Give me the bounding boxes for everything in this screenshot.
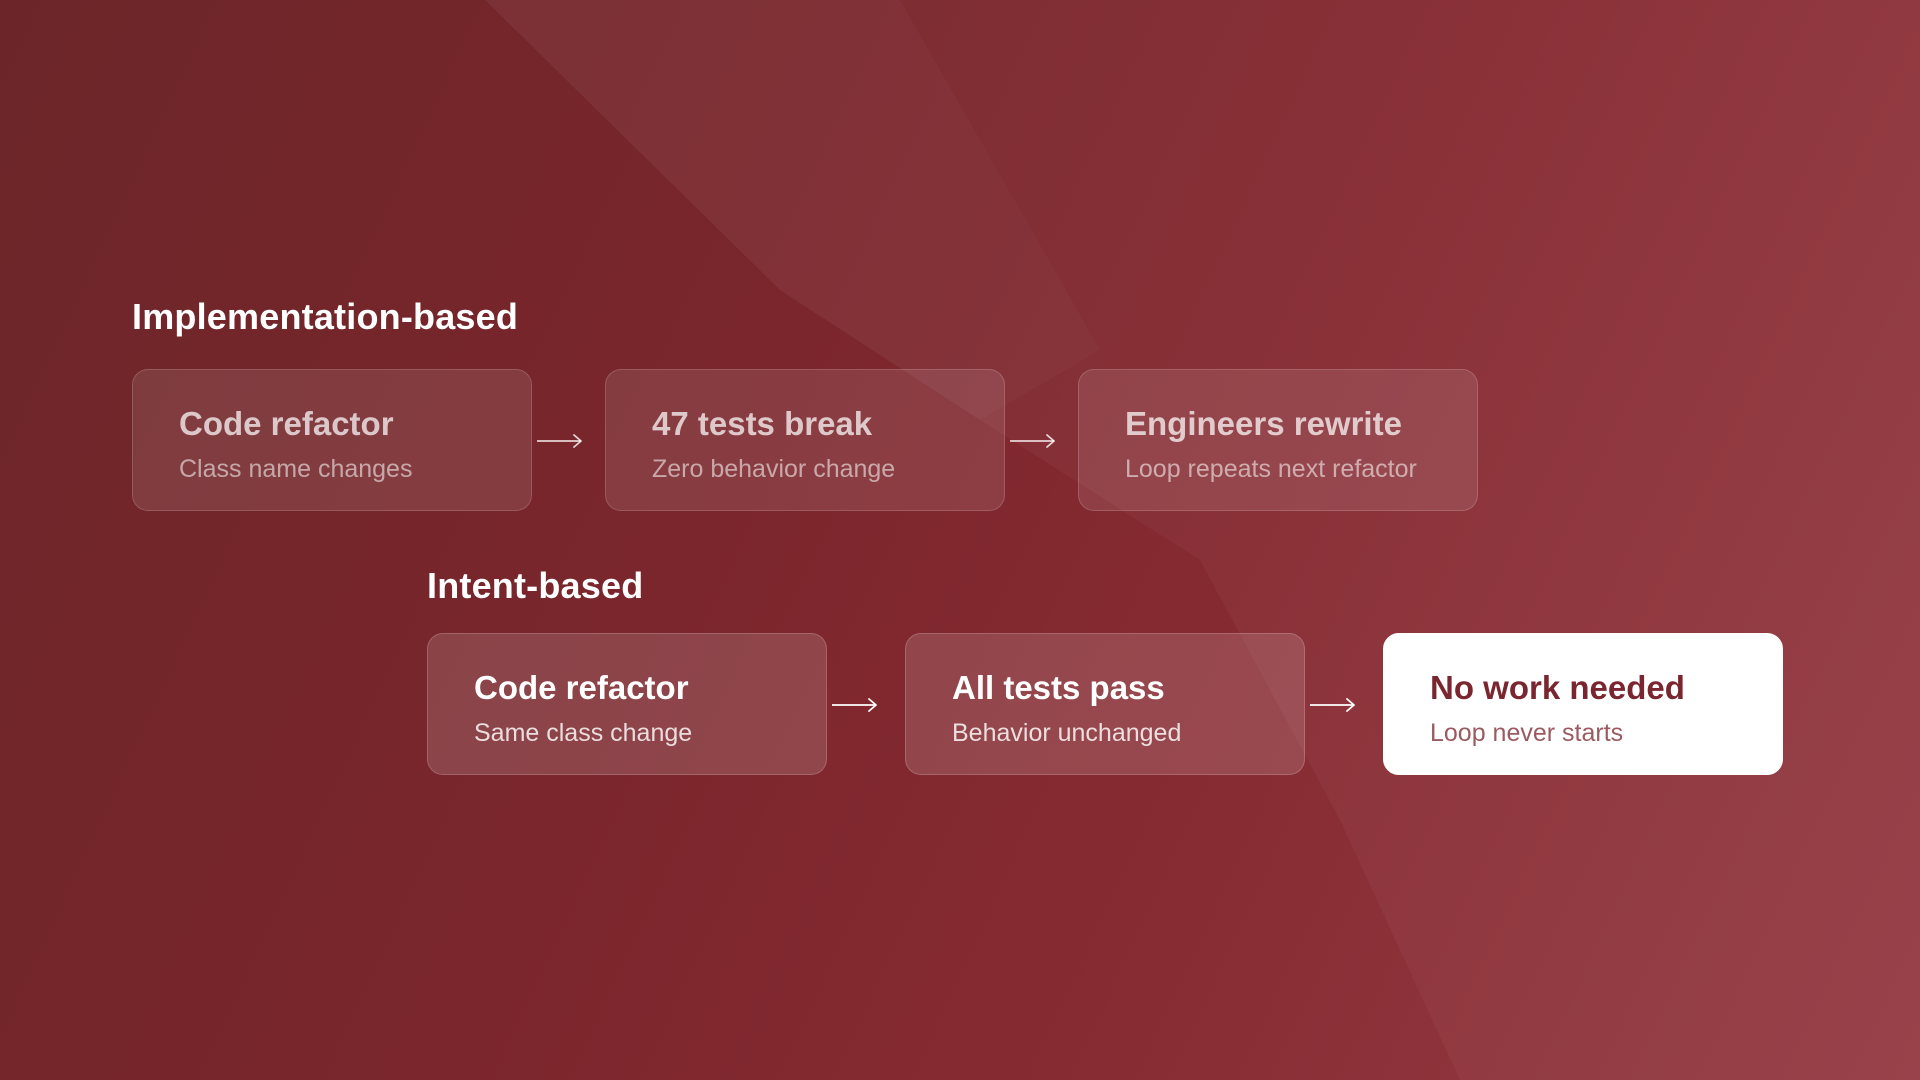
- intent-step-2-subtitle: Behavior unchanged: [952, 718, 1182, 747]
- arrow-right-icon: [537, 434, 582, 448]
- impl-step-2-subtitle: Zero behavior change: [652, 454, 896, 483]
- intent-step-1-title: Code refactor: [474, 669, 689, 706]
- impl-step-tests-break: 47 tests break Zero behavior change: [605, 369, 1005, 511]
- intent-step-1-subtitle: Same class change: [474, 718, 693, 747]
- impl-step-3-title: Engineers rewrite: [1125, 405, 1402, 442]
- impl-step-1-title: Code refactor: [179, 405, 394, 442]
- arrow-right-icon: [1010, 434, 1055, 448]
- impl-step-2-title: 47 tests break: [652, 405, 873, 442]
- intent-step-3-subtitle: Loop never starts: [1430, 718, 1624, 747]
- arrow-right-icon: [832, 698, 877, 712]
- background-shape: [0, 0, 1920, 1080]
- impl-step-engineers-rewrite: Engineers rewrite Loop repeats next refa…: [1078, 369, 1478, 511]
- arrow-right-icon: [1310, 698, 1355, 712]
- intent-step-2-title: All tests pass: [952, 669, 1165, 706]
- intent-step-3-title: No work needed: [1430, 669, 1685, 706]
- intent-step-code-refactor: Code refactor Same class change: [427, 633, 827, 775]
- intent-section-title: Intent-based: [427, 565, 644, 606]
- impl-step-1-subtitle: Class name changes: [179, 454, 413, 483]
- impl-step-3-subtitle: Loop repeats next refactor: [1125, 454, 1417, 483]
- intent-step-no-work-needed: No work needed Loop never starts: [1383, 633, 1783, 775]
- implementation-section-title: Implementation-based: [132, 296, 519, 337]
- impl-step-code-refactor: Code refactor Class name changes: [132, 369, 532, 511]
- intent-step-tests-pass: All tests pass Behavior unchanged: [905, 633, 1305, 775]
